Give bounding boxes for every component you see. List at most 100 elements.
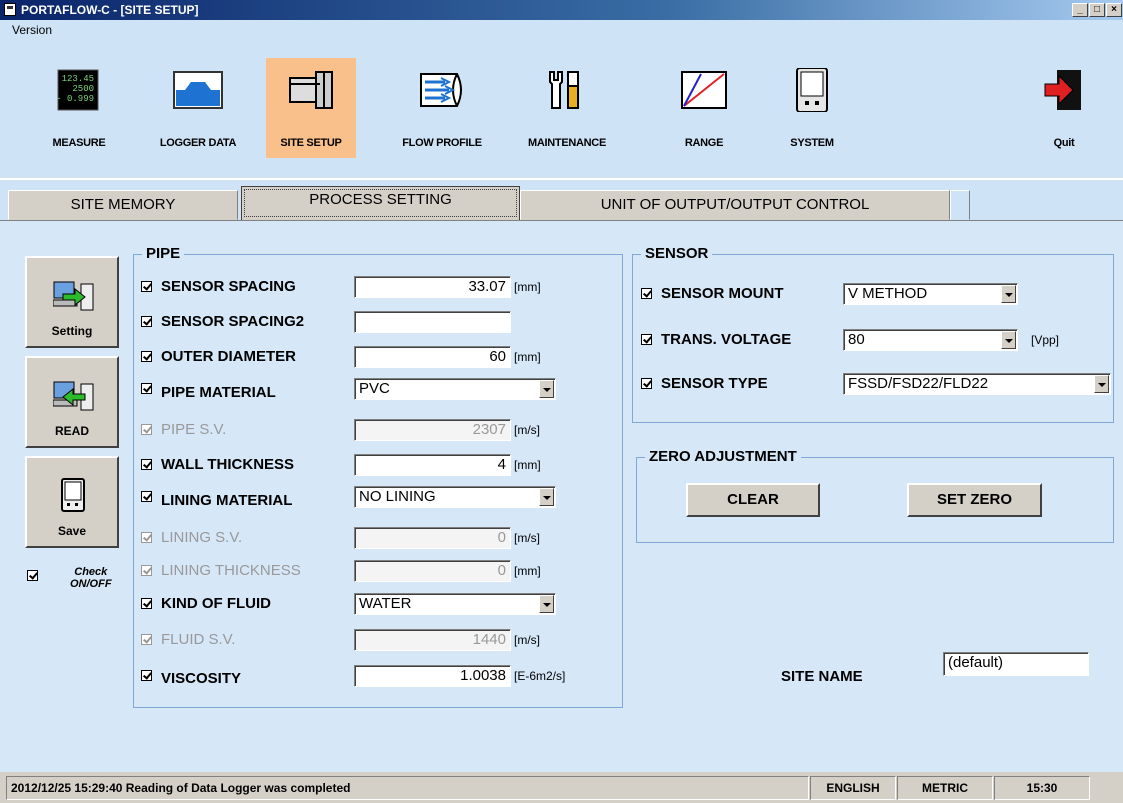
setting-label: Setting xyxy=(51,324,93,338)
lining-sv-field: 0 xyxy=(354,527,511,549)
check-onoff-checkbox[interactable] xyxy=(27,570,38,581)
tool-range[interactable]: RANGE xyxy=(659,58,749,158)
chevron-down-icon[interactable] xyxy=(539,595,554,613)
menu-version[interactable]: Version xyxy=(12,23,52,37)
pipe-material-value: PVC xyxy=(359,380,390,397)
sensor-group-title: SENSOR xyxy=(641,245,713,262)
sensor-mount-value: V METHOD xyxy=(848,285,928,302)
tool-label: SYSTEM xyxy=(790,137,834,149)
trans-voltage-checkbox[interactable] xyxy=(641,334,652,345)
sensor-type-checkbox[interactable] xyxy=(641,378,652,389)
row-lining-sv: LINING S.V. 0 [m/s] xyxy=(141,527,611,549)
trans-voltage-label: TRANS. VOLTAGE xyxy=(661,331,792,348)
kind-of-fluid-select[interactable]: WATER xyxy=(354,593,556,615)
sensor-mount-label: SENSOR MOUNT xyxy=(661,285,784,302)
tool-site-setup[interactable]: SITE SETUP xyxy=(266,58,356,158)
tool-quit[interactable]: Quit xyxy=(1019,58,1109,158)
chevron-down-icon[interactable] xyxy=(1094,375,1109,393)
tool-system[interactable]: SYSTEM xyxy=(767,58,857,158)
menu-bar: Version xyxy=(0,20,1123,40)
tool-flow-profile[interactable]: FLOW PROFILE xyxy=(397,58,487,158)
save-button[interactable]: Save xyxy=(25,456,119,548)
outer-diameter-unit: [mm] xyxy=(514,350,541,364)
flow-profile-icon xyxy=(420,73,462,107)
logger-data-icon xyxy=(173,71,223,109)
read-button[interactable]: READ xyxy=(25,356,119,448)
lining-material-select[interactable]: NO LINING xyxy=(354,486,556,508)
lining-material-value: NO LINING xyxy=(359,488,436,505)
sensor-spacing-field[interactable]: 33.07 xyxy=(354,276,511,298)
tab-process-setting[interactable]: PROCESS SETTING xyxy=(241,186,520,220)
tool-label: Quit xyxy=(1053,137,1075,149)
tab-divider xyxy=(950,190,970,220)
set-zero-button[interactable]: SET ZERO xyxy=(907,483,1042,517)
tool-logger-data[interactable]: LOGGER DATA xyxy=(153,58,243,158)
sensor-spacing-checkbox[interactable] xyxy=(141,281,152,292)
tools-icon xyxy=(549,71,579,109)
chevron-down-icon[interactable] xyxy=(539,488,554,506)
viscosity-checkbox[interactable] xyxy=(141,670,152,681)
chevron-down-icon[interactable] xyxy=(1001,331,1016,349)
outer-diameter-checkbox[interactable] xyxy=(141,351,152,362)
kind-of-fluid-checkbox[interactable] xyxy=(141,598,152,609)
sensor-spacing2-label: SENSOR SPACING2 xyxy=(161,313,305,330)
sensor-type-value: FSSD/FSD22/FLD22 xyxy=(848,375,989,392)
tab-strip: SITE MEMORY PROCESS SETTING UNIT OF OUTP… xyxy=(0,178,1123,220)
toolbar: 123.45 2500 - 0.999 MEASURE LOGGER DATA … xyxy=(0,40,1123,178)
zero-adjustment-title: ZERO ADJUSTMENT xyxy=(645,448,801,465)
wall-thickness-field[interactable]: 4 xyxy=(354,454,511,476)
clear-button[interactable]: CLEAR xyxy=(686,483,820,517)
pipe-material-checkbox[interactable] xyxy=(141,383,152,394)
lining-thickness-unit: [mm] xyxy=(514,564,541,578)
process-setting-panel: Setting READ Save Check ON/OFF PIPE SENS… xyxy=(0,220,1123,772)
status-time: 15:30 xyxy=(994,776,1090,800)
fluid-sv-label: FLUID S.V. xyxy=(161,631,236,648)
save-label: Save xyxy=(57,524,87,538)
exit-door-icon xyxy=(1044,70,1081,110)
close-button[interactable]: × xyxy=(1106,3,1122,17)
tool-measure[interactable]: 123.45 2500 - 0.999 MEASURE xyxy=(34,58,124,158)
sensor-mount-select[interactable]: V METHOD xyxy=(843,283,1018,305)
lining-sv-checkbox xyxy=(141,532,152,543)
sensor-mount-checkbox[interactable] xyxy=(641,288,652,299)
site-name-label: SITE NAME xyxy=(781,668,863,685)
status-message: 2012/12/25 15:29:40 Reading of Data Logg… xyxy=(6,776,809,800)
chevron-down-icon[interactable] xyxy=(1001,285,1016,303)
wall-thickness-unit: [mm] xyxy=(514,458,541,472)
lining-sv-label: LINING S.V. xyxy=(161,529,243,546)
site-name-field[interactable]: (default) xyxy=(943,652,1089,676)
lining-sv-unit: [m/s] xyxy=(514,531,540,545)
minimize-button[interactable]: _ xyxy=(1072,3,1088,17)
row-sensor-type: SENSOR TYPE FSSD/FSD22/FLD22 xyxy=(641,373,1111,395)
lining-thickness-label: LINING THICKNESS xyxy=(161,562,301,579)
title-bar: PORTAFLOW-C - [SITE SETUP] _ □ × xyxy=(0,0,1123,20)
fluid-sv-unit: [m/s] xyxy=(514,633,540,647)
svg-text:- 0.999: - 0.999 xyxy=(56,94,94,104)
pipe-sv-label: PIPE S.V. xyxy=(161,421,227,438)
status-units: METRIC xyxy=(897,776,993,800)
row-viscosity: VISCOSITY 1.0038 [E-6m2/s] xyxy=(141,665,611,687)
tab-site-memory[interactable]: SITE MEMORY xyxy=(8,190,238,220)
row-pipe-material: PIPE MATERIAL PVC xyxy=(141,378,611,401)
chevron-down-icon[interactable] xyxy=(539,380,554,398)
outer-diameter-field[interactable]: 60 xyxy=(354,346,511,368)
device-icon xyxy=(796,68,828,112)
viscosity-field[interactable]: 1.0038 xyxy=(354,665,511,687)
sensor-spacing2-checkbox[interactable] xyxy=(141,316,152,327)
tool-label: MEASURE xyxy=(52,137,106,149)
pipe-material-select[interactable]: PVC xyxy=(354,378,556,400)
maximize-button[interactable]: □ xyxy=(1089,3,1105,17)
tool-maintenance[interactable]: MAINTENANCE xyxy=(522,58,612,158)
row-sensor-spacing2: SENSOR SPACING2 xyxy=(141,311,611,333)
sensor-spacing2-field[interactable] xyxy=(354,311,511,333)
lining-material-checkbox[interactable] xyxy=(141,491,152,502)
wall-thickness-checkbox[interactable] xyxy=(141,459,152,470)
sensor-type-select[interactable]: FSSD/FSD22/FLD22 xyxy=(843,373,1111,395)
setting-button[interactable]: Setting xyxy=(25,256,119,348)
lining-material-label: LINING MATERIAL xyxy=(161,492,293,509)
lining-thickness-checkbox xyxy=(141,565,152,576)
trans-voltage-select[interactable]: 80 xyxy=(843,329,1018,351)
app-icon xyxy=(4,3,16,16)
status-language: ENGLISH xyxy=(810,776,896,800)
tab-unit-output-control[interactable]: UNIT OF OUTPUT/OUTPUT CONTROL xyxy=(520,190,950,220)
